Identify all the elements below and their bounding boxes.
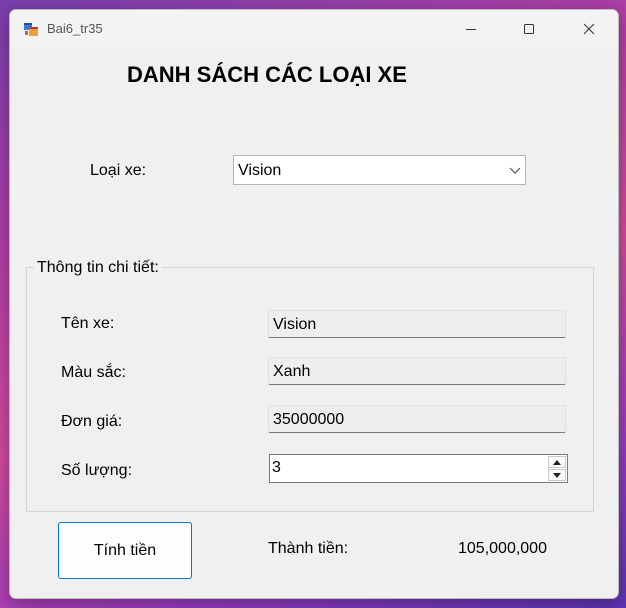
name-label: Tên xe: xyxy=(61,315,115,332)
vehicle-type-label: Loại xe: xyxy=(90,162,147,179)
winforms-app-icon xyxy=(24,23,38,36)
price-label: Đơn giá: xyxy=(61,413,123,430)
minimize-button[interactable] xyxy=(442,10,500,48)
total-label: Thành tiền: xyxy=(268,540,349,557)
total-value: 105,000,000 xyxy=(458,540,547,557)
quantity-stepper[interactable]: 3 xyxy=(269,454,568,483)
vehicle-type-selected: Vision xyxy=(238,162,282,179)
color-label: Màu sắc: xyxy=(61,364,126,381)
app-window: Bai6_tr35 DANH SÁCH CÁC LOẠI XE Loại xe:… xyxy=(9,9,619,599)
name-field[interactable]: Vision xyxy=(268,310,566,338)
close-icon xyxy=(583,23,595,35)
quantity-value: 3 xyxy=(272,459,281,476)
color-field[interactable]: Xanh xyxy=(268,357,566,385)
maximize-icon xyxy=(524,24,534,34)
arrow-down-icon xyxy=(553,472,561,478)
arrow-up-icon xyxy=(553,459,561,465)
quantity-up-button[interactable] xyxy=(548,456,566,468)
quantity-down-button[interactable] xyxy=(548,469,566,481)
vehicle-type-combobox[interactable]: Vision xyxy=(233,155,526,185)
name-value: Vision xyxy=(273,316,317,333)
close-button[interactable] xyxy=(560,10,618,48)
price-value: 35000000 xyxy=(273,411,345,428)
quantity-label: Số lượng: xyxy=(61,462,133,479)
chevron-down-icon xyxy=(509,167,521,174)
price-field[interactable]: 35000000 xyxy=(268,405,566,433)
minimize-icon xyxy=(466,29,476,30)
maximize-button[interactable] xyxy=(500,10,558,48)
form-heading: DANH SÁCH CÁC LOẠI XE xyxy=(127,62,407,87)
color-value: Xanh xyxy=(273,363,311,380)
title-bar[interactable]: Bai6_tr35 xyxy=(10,10,618,48)
calculate-button[interactable]: Tính tiền xyxy=(58,522,192,579)
details-group-title: Thông tin chi tiết: xyxy=(34,259,162,277)
window-title: Bai6_tr35 xyxy=(47,21,103,36)
